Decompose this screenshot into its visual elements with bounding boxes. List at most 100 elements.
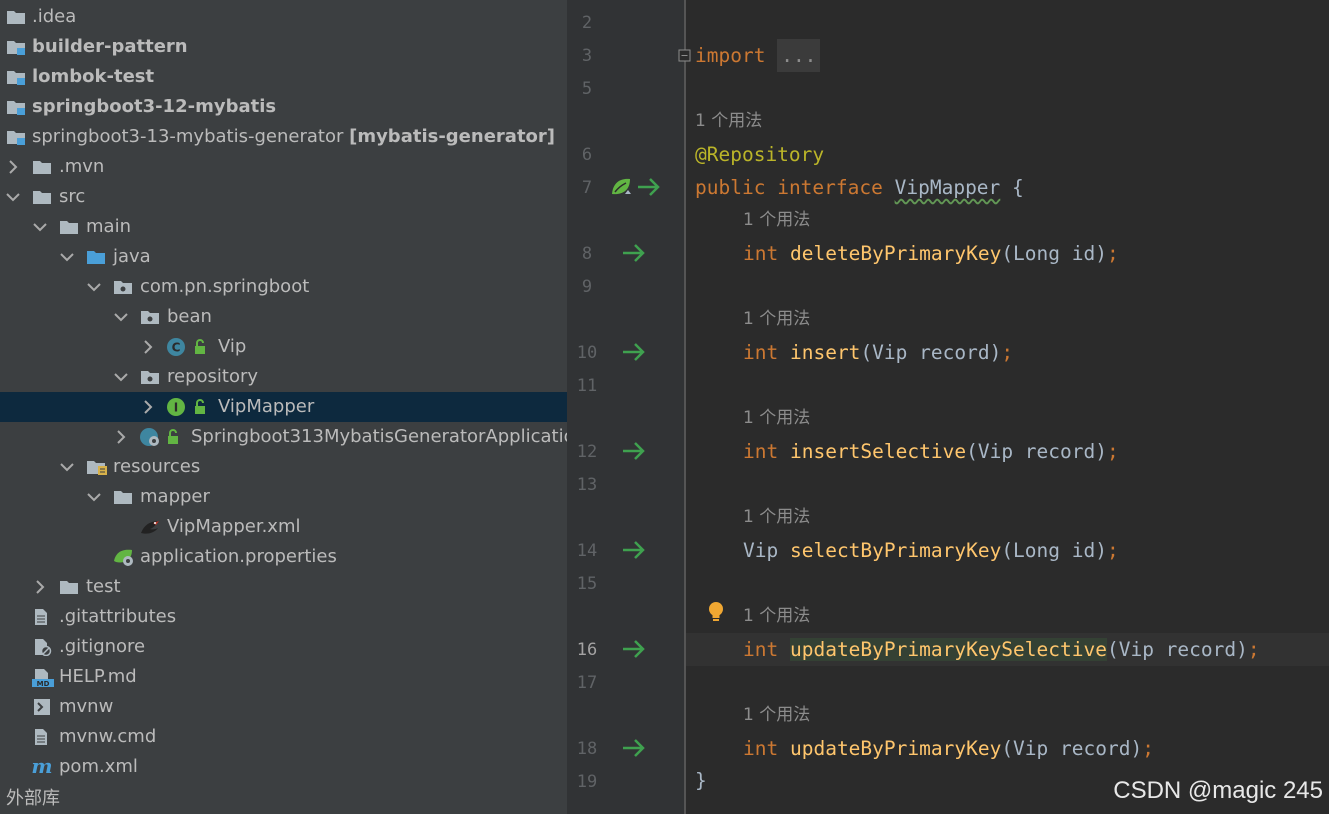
usage-hint[interactable]: 1 个用法 [743, 403, 810, 433]
code-line-method[interactable]: Vip selectByPrimaryKey(Long id); [743, 534, 1119, 567]
code-line-method-current[interactable]: int updateByPrimaryKeySelective(Vip reco… [743, 633, 1260, 666]
lock-open-icon [192, 398, 212, 416]
tree-item-application-properties[interactable]: application.properties [0, 542, 567, 572]
code-line-interface-decl[interactable]: public interface VipMapper { [695, 171, 1024, 204]
tree-item-builder-pattern[interactable]: builder-pattern [0, 32, 567, 62]
line-number: 19 [576, 772, 598, 792]
chevron-right-icon[interactable] [139, 392, 157, 422]
code-line-method[interactable]: int deleteByPrimaryKey(Long id); [743, 237, 1119, 270]
package-icon [140, 308, 160, 326]
tree-item-vip[interactable]: C Vip [0, 332, 567, 362]
tree-item-main[interactable]: main [0, 212, 567, 242]
folder-icon [32, 158, 52, 176]
tree-item-idea[interactable]: .idea [0, 2, 567, 32]
tree-item-application-class[interactable]: Springboot313MybatisGeneratorApplicatio [0, 422, 567, 452]
tree-item-help-md[interactable]: MD HELP.md [0, 662, 567, 692]
chevron-right-icon[interactable] [31, 572, 49, 602]
navigate-to-xml-arrow-icon[interactable] [621, 242, 649, 264]
code-line-method[interactable]: int insert(Vip record); [743, 336, 1013, 369]
navigate-to-xml-arrow-icon[interactable] [621, 638, 649, 660]
tree-item-pom-xml[interactable]: m pom.xml [0, 752, 567, 782]
navigate-to-xml-arrow-icon[interactable] [621, 539, 649, 561]
fold-toggle-icon[interactable] [678, 48, 692, 62]
text-file-icon [33, 608, 53, 626]
line-number: 7 [581, 178, 593, 198]
tree-item-vipmapper-xml[interactable]: VipMapper.xml [0, 512, 567, 542]
line-number: 10 [576, 343, 598, 363]
tree-item-test[interactable]: test [0, 572, 567, 602]
tree-item-src[interactable]: src [0, 182, 567, 212]
tree-item-repository[interactable]: repository [0, 362, 567, 392]
module-folder-icon [6, 128, 26, 146]
spring-bean-icon[interactable] [610, 176, 634, 198]
lightbulb-icon[interactable] [706, 600, 726, 624]
folder-icon [32, 188, 52, 206]
line-number: 13 [576, 475, 598, 495]
line-number: 18 [576, 739, 598, 759]
class-icon: C [166, 337, 186, 356]
usage-hint[interactable]: 1 个用法 [695, 106, 762, 136]
external-libraries-item[interactable]: 外部库 [6, 784, 60, 814]
tree-item-springboot3-12-mybatis[interactable]: springboot3-12-mybatis [0, 92, 567, 122]
tree-item-resources[interactable]: resources [0, 452, 567, 482]
chevron-right-icon[interactable] [112, 422, 130, 452]
chevron-down-icon[interactable] [85, 272, 103, 302]
folder-icon [59, 218, 79, 236]
tree-item-springboot3-13-mybatis-generator[interactable]: springboot3-13-mybatis-generator [mybati… [0, 122, 567, 152]
folder-icon [6, 8, 26, 26]
tree-item-java[interactable]: java [0, 242, 567, 272]
tree-item-package[interactable]: com.pn.springboot [0, 272, 567, 302]
navigate-to-xml-arrow-icon[interactable] [621, 737, 649, 759]
project-tree-panel: .idea builder-pattern lombok-test spring… [0, 0, 567, 814]
line-number: 2 [581, 13, 593, 33]
module-folder-icon [6, 68, 26, 86]
chevron-right-icon[interactable] [4, 152, 22, 182]
code-line-method[interactable]: int insertSelective(Vip record); [743, 435, 1119, 468]
tree-item-lombok-test[interactable]: lombok-test [0, 62, 567, 92]
module-name-suffix: [mybatis-generator] [349, 126, 556, 147]
module-folder-icon [6, 98, 26, 116]
navigate-to-xml-arrow-icon[interactable] [621, 440, 649, 462]
usage-hint[interactable]: 1 个用法 [743, 502, 810, 532]
line-number: 15 [576, 574, 598, 594]
chevron-down-icon[interactable] [31, 212, 49, 242]
markdown-file-icon: MD [31, 668, 54, 688]
text-file-icon [33, 728, 53, 746]
line-number-current: 16 [576, 640, 598, 660]
tree-item-mvnw-cmd[interactable]: mvnw.cmd [0, 722, 567, 752]
usage-hint[interactable]: 1 个用法 [743, 700, 810, 730]
code-line-import[interactable]: import ... [695, 39, 821, 72]
tree-item-mvn[interactable]: .mvn [0, 152, 567, 182]
folded-imports[interactable]: ... [777, 39, 821, 72]
tree-item-gitignore[interactable]: .gitignore [0, 632, 567, 662]
usage-hint[interactable]: 1 个用法 [743, 205, 810, 235]
chevron-down-icon[interactable] [112, 302, 130, 332]
chevron-down-icon[interactable] [85, 482, 103, 512]
tree-item-gitattributes[interactable]: .gitattributes [0, 602, 567, 632]
maven-icon: m [30, 756, 52, 776]
package-icon [140, 368, 160, 386]
mybatis-bird-icon [139, 517, 159, 535]
tree-item-vipmapper[interactable]: I VipMapper [0, 392, 567, 422]
source-folder-icon [86, 248, 106, 266]
chevron-down-icon[interactable] [58, 452, 76, 482]
chevron-right-icon[interactable] [139, 332, 157, 362]
line-number: 8 [581, 244, 593, 264]
code-line-close-brace[interactable]: } [695, 764, 707, 797]
chevron-down-icon[interactable] [4, 182, 22, 212]
tree-item-bean[interactable]: bean [0, 302, 567, 332]
tree-item-mvnw[interactable]: mvnw [0, 692, 567, 722]
navigate-to-xml-arrow-icon[interactable] [636, 176, 664, 198]
navigate-to-xml-arrow-icon[interactable] [621, 341, 649, 363]
line-number: 5 [581, 79, 593, 99]
usage-hint[interactable]: 1 个用法 [743, 601, 810, 631]
line-number: 9 [581, 277, 593, 297]
chevron-down-icon[interactable] [112, 362, 130, 392]
code-line-method[interactable]: int updateByPrimaryKey(Vip record); [743, 732, 1154, 765]
tree-item-label: springboot3-12-mybatis [32, 96, 277, 117]
spring-properties-icon [112, 547, 133, 566]
usage-hint[interactable]: 1 个用法 [743, 304, 810, 334]
tree-item-mapper[interactable]: mapper [0, 482, 567, 512]
code-line-annotation[interactable]: @Repository [695, 138, 824, 171]
chevron-down-icon[interactable] [58, 242, 76, 272]
